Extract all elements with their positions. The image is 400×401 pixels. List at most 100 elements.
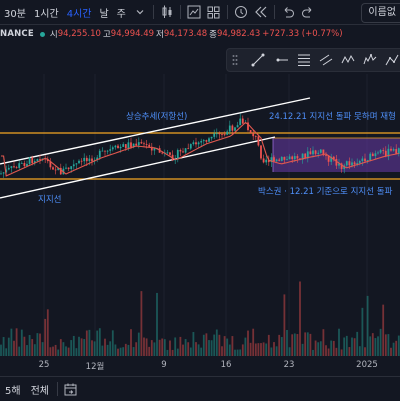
volume-bar	[75, 348, 78, 356]
volume-bar	[52, 346, 54, 356]
candle-body	[140, 142, 143, 144]
divider	[179, 5, 181, 19]
volume-bar	[356, 331, 359, 356]
volume-bar	[273, 342, 275, 356]
timeframe-week[interactable]: 주	[113, 5, 130, 20]
candle-body	[288, 156, 291, 160]
volume-bar	[260, 343, 262, 356]
volume-bar	[5, 348, 8, 356]
candle-body	[231, 125, 234, 131]
timeframe-4h[interactable]: 4시간	[63, 5, 96, 20]
candle-body	[377, 152, 379, 154]
support-annotation[interactable]: 지지선	[38, 193, 61, 205]
box-top-annotation[interactable]: 24.12.21 지지선 돌파 못하며 재형	[269, 110, 396, 122]
open-label: 시	[49, 30, 58, 40]
x-tick-label: 25	[38, 360, 50, 370]
horizontal-ray-icon[interactable]	[275, 52, 289, 68]
candle-body	[189, 144, 192, 149]
candle-body	[36, 159, 39, 162]
candle-body	[358, 161, 361, 164]
volume-bar	[228, 344, 231, 356]
volume-bar	[124, 343, 127, 356]
volume-bar	[132, 347, 135, 356]
volume-bar	[210, 340, 213, 356]
time-axis[interactable]: 25 12월 9 16 23 2025	[0, 356, 400, 374]
pattern-icon[interactable]	[341, 52, 355, 68]
candle-body	[353, 162, 356, 165]
volume-bar	[174, 337, 177, 356]
chevron-down-icon[interactable]	[132, 4, 148, 20]
candle-body	[254, 136, 257, 137]
volume-bar	[215, 329, 218, 356]
candles-icon[interactable]	[159, 4, 175, 20]
candle-body	[83, 157, 86, 162]
volume-bar	[150, 340, 153, 356]
candle-body	[223, 134, 226, 136]
volume-bar	[119, 347, 122, 356]
timeframe-day[interactable]: 날	[95, 5, 112, 20]
candle-body	[275, 159, 278, 162]
volume-bar	[2, 337, 5, 356]
undo-icon[interactable]	[280, 4, 296, 20]
volume-bar	[83, 339, 86, 356]
volume-bar	[299, 281, 301, 356]
candle-body	[187, 148, 190, 150]
candle-body	[106, 150, 109, 152]
symbol-name[interactable]: NANCE	[0, 29, 34, 39]
timeframe-1h[interactable]: 1시간	[30, 5, 63, 20]
candle-body	[111, 147, 114, 150]
indicators-icon[interactable]	[186, 4, 202, 20]
volume-bar	[366, 295, 369, 356]
candle-body	[124, 144, 127, 149]
candle-body	[213, 133, 216, 137]
candle-body	[215, 133, 218, 135]
trend-line-icon[interactable]	[251, 52, 265, 68]
drag-handle-icon[interactable]	[229, 52, 241, 68]
parallel-channel-icon[interactable]	[319, 52, 333, 68]
range-5d-button[interactable]: 5해	[0, 382, 26, 397]
layout-name-button[interactable]: 이름없	[361, 3, 400, 23]
redo-icon[interactable]	[300, 4, 316, 20]
volume-bar	[36, 333, 39, 356]
range-all-button[interactable]: 전체	[26, 382, 54, 397]
fib-retracement-icon[interactable]	[297, 52, 311, 68]
volume-bar	[358, 346, 361, 356]
volume-bar	[325, 345, 327, 356]
volume-bar	[54, 344, 57, 356]
candle-body	[20, 163, 23, 164]
channel-annotation[interactable]: 상승추세(저항선)	[126, 110, 187, 122]
close-value: 94,982.43	[216, 29, 261, 39]
bottom-toolbar: 5해 전체	[0, 376, 400, 401]
elliott-wave-icon[interactable]	[363, 52, 377, 68]
candle-body	[286, 159, 288, 160]
candle-body	[137, 142, 140, 146]
volume-bar	[267, 334, 270, 356]
candle-body	[23, 163, 26, 167]
candle-body	[52, 167, 54, 170]
volume-bar	[262, 342, 265, 356]
projection-icon[interactable]	[385, 52, 399, 68]
volume-bar	[327, 348, 330, 356]
candle-body	[390, 148, 392, 151]
candle-body	[241, 118, 244, 124]
volume-bar	[7, 337, 10, 356]
volume-bar	[257, 343, 260, 356]
alert-icon[interactable]	[233, 4, 249, 20]
box-bottom-annotation[interactable]: 박스권 · 12.21 기준으로 지지선 돌파	[258, 185, 392, 197]
grid-layout-icon[interactable]	[206, 4, 222, 20]
candle-body	[117, 145, 119, 149]
goto-date-icon[interactable]	[63, 381, 79, 397]
candle-body	[273, 157, 275, 162]
volume-bar	[387, 334, 390, 356]
volume-bar	[98, 328, 101, 356]
volume-bar	[395, 340, 398, 356]
close-label: 종	[209, 30, 217, 40]
replay-icon[interactable]	[253, 4, 269, 20]
timeframe-30m[interactable]: 30분	[0, 5, 30, 20]
volume-bar	[348, 347, 351, 356]
volume-bar	[343, 337, 346, 356]
volume-bar	[140, 291, 143, 356]
volume-bar	[18, 346, 21, 356]
volume-bar	[109, 341, 112, 356]
high-label: 고	[102, 30, 111, 40]
